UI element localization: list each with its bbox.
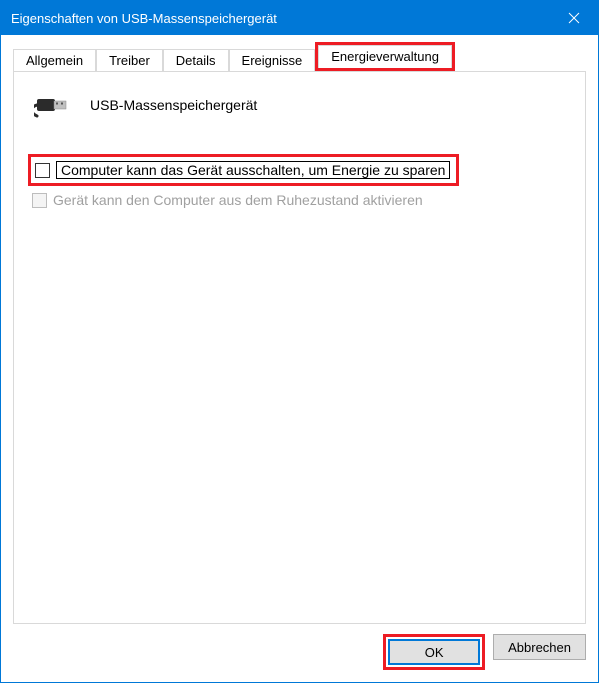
dialog-button-row: OK Abbrechen: [13, 634, 586, 670]
checkbox-allow-off[interactable]: [35, 163, 50, 178]
label-allow-wake: Gerät kann den Computer aus dem Ruhezust…: [53, 192, 423, 208]
device-name-label: USB-Massenspeichergerät: [90, 97, 257, 113]
highlight-ok-button: OK: [383, 634, 485, 670]
tab-general[interactable]: Allgemein: [13, 49, 96, 72]
tab-driver[interactable]: Treiber: [96, 49, 163, 72]
tab-details[interactable]: Details: [163, 49, 229, 72]
tab-power[interactable]: Energieverwaltung: [318, 45, 452, 68]
highlight-tab-power: Energieverwaltung: [315, 42, 455, 71]
window-title: Eigenschaften von USB-Massenspeichergerä…: [11, 11, 550, 26]
tab-events[interactable]: Ereignisse: [229, 49, 316, 72]
cancel-button[interactable]: Abbrechen: [493, 634, 586, 660]
checkbox-allow-wake: [32, 193, 47, 208]
close-icon: [568, 12, 580, 24]
option-allow-wake: Gerät kann den Computer aus dem Ruhezust…: [32, 192, 571, 208]
titlebar: Eigenschaften von USB-Massenspeichergerä…: [1, 1, 598, 35]
usb-plug-icon: [34, 90, 76, 120]
highlight-option-allow-off: Computer kann das Gerät ausschalten, um …: [28, 154, 459, 186]
close-button[interactable]: [550, 1, 598, 35]
label-allow-off[interactable]: Computer kann das Gerät ausschalten, um …: [56, 161, 450, 179]
ok-button[interactable]: OK: [388, 639, 480, 665]
device-header: USB-Massenspeichergerät: [28, 90, 571, 120]
tab-panel-power: USB-Massenspeichergerät Computer kann da…: [13, 71, 586, 624]
tab-strip: Allgemein Treiber Details Ereignisse Ene…: [13, 45, 586, 71]
properties-dialog: Eigenschaften von USB-Massenspeichergerä…: [0, 0, 599, 683]
client-area: Allgemein Treiber Details Ereignisse Ene…: [1, 35, 598, 682]
power-options: Computer kann das Gerät ausschalten, um …: [28, 154, 571, 208]
